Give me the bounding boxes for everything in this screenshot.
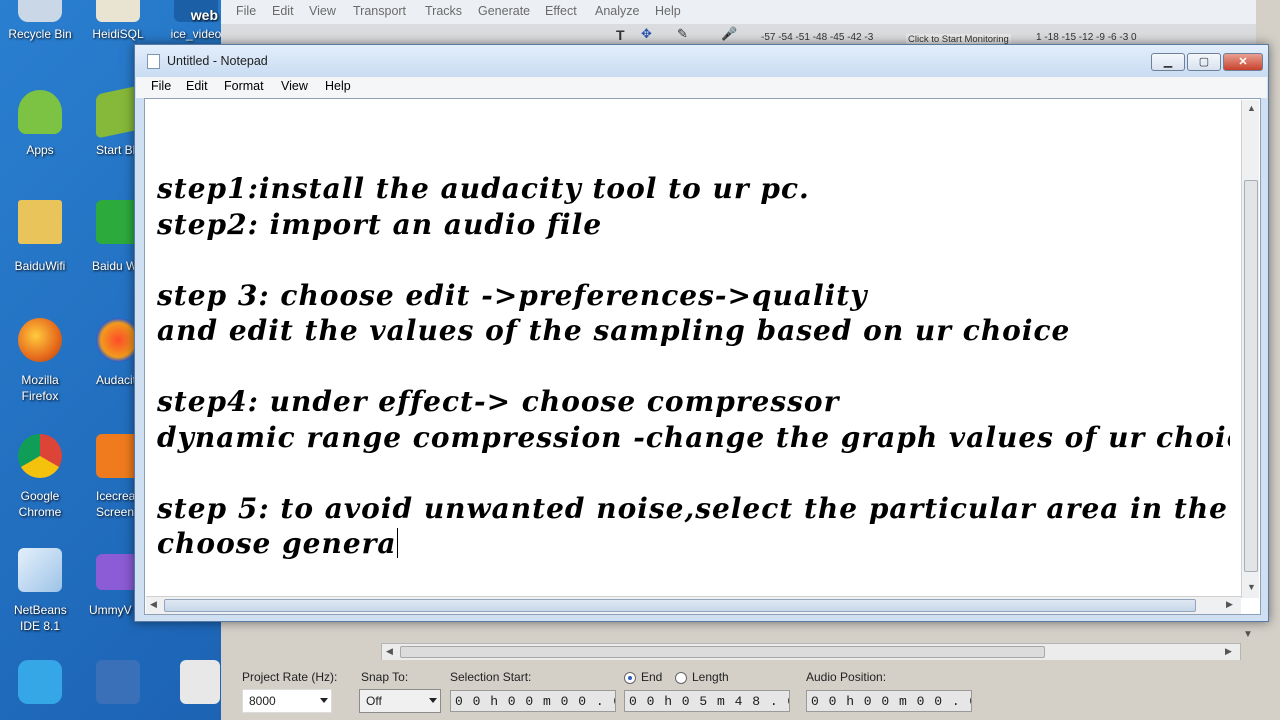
menu-help[interactable]: Help (325, 79, 351, 93)
notepad-titlebar[interactable]: Untitled - Notepad ▁ ▢ ✕ (135, 45, 1268, 77)
chevron-down-icon (320, 698, 328, 703)
project-rate-select[interactable]: 8000 (242, 689, 332, 713)
film-reel-icon (96, 660, 140, 704)
baiduwifi-label: BaiduWifi (14, 259, 66, 273)
audacity-menu-edit[interactable]: Edit (272, 4, 294, 18)
microphone-icon[interactable]: 🎤 (721, 26, 737, 42)
notepad-icon (147, 54, 160, 69)
minimize-button[interactable]: ▁ (1151, 53, 1185, 71)
scroll-left-arrow-icon[interactable]: ◀ (386, 646, 393, 657)
selection-end-field[interactable]: 0 0 h 0 5 m 4 8 . 0 2 9 s (624, 690, 790, 712)
misc-app-icon (180, 660, 220, 704)
audacity-menu-tracks[interactable]: Tracks (425, 4, 462, 18)
audio-position-label: Audio Position: (806, 670, 887, 684)
draw-tool-icon[interactable]: ✎ (677, 26, 688, 42)
android-apps-icon (18, 90, 62, 134)
editor-line: step 3: choose edit ->preferences->quali… (157, 278, 868, 312)
scroll-right-arrow-icon[interactable]: ▶ (1225, 646, 1232, 657)
notepad-menubar: File Edit Format View Help (136, 77, 1267, 98)
notepad-window: Untitled - Notepad ▁ ▢ ✕ File Edit Forma… (134, 44, 1269, 622)
chevron-down-icon (429, 698, 437, 703)
envelope-tool-icon[interactable]: ✥ (641, 26, 652, 42)
audacity-menu-effect[interactable]: Effect (545, 4, 577, 18)
notepad-editor[interactable]: step1:install the audacity tool to ur pc… (144, 98, 1261, 615)
meter-hint: Click to Start Monitoring (906, 34, 1011, 44)
text-caret (396, 528, 398, 558)
heidisql-icon (96, 0, 140, 22)
snap-to-value: Off (366, 694, 382, 708)
audacity-menu-transport[interactable]: Transport (353, 4, 406, 18)
snap-to-label: Snap To: (361, 670, 409, 684)
shareit-icon (18, 660, 62, 704)
editor-line: choose genera (157, 527, 397, 560)
folder-icon (18, 200, 62, 244)
end-label: End (641, 670, 663, 684)
menu-format[interactable]: Format (224, 79, 264, 93)
firefox-icon (18, 318, 62, 362)
google-chrome-label: Google Chrome (18, 489, 62, 519)
project-rate-label: Project Rate (Hz): (242, 670, 338, 684)
editor-line: step4: under effect-> choose compressor (157, 385, 840, 418)
scroll-up-arrow-icon[interactable]: ▲ (1247, 103, 1256, 113)
vertical-scrollbar[interactable]: ▲ ▼ (1241, 100, 1259, 598)
audacity-scroll-thumb[interactable] (400, 646, 1045, 658)
meter-scale-right: 1 -18 -15 -12 -9 -6 -3 0 (1036, 32, 1137, 43)
horizontal-scrollbar[interactable]: ◀ ▶ (146, 596, 1241, 614)
editor-line: dynamic range compression -change the gr… (157, 420, 1230, 454)
length-label: Length (692, 670, 729, 684)
audacity-dropdown-arrow-icon[interactable]: ▼ (1243, 629, 1253, 640)
menu-file[interactable]: File (151, 79, 171, 93)
audacity-menu-file[interactable]: File (236, 4, 256, 18)
snap-to-select[interactable]: Off (359, 689, 441, 713)
length-radio[interactable] (675, 672, 687, 684)
horizontal-scroll-thumb[interactable] (164, 599, 1196, 612)
editor-last-line: choose genera (157, 526, 1230, 562)
netbeans-ide-label: NetBeans IDE 8.1 (14, 603, 67, 633)
end-radio[interactable] (624, 672, 636, 684)
selection-end-value: 0 0 h 0 5 m 4 8 . 0 2 9 s (629, 694, 789, 709)
audacity-menu-view[interactable]: View (309, 4, 336, 18)
editor-line: and edit the values of the sampling base… (157, 314, 1071, 347)
heidisql-label: HeidiSQL (92, 27, 144, 41)
ice-video-icon: web (174, 0, 218, 23)
window-title: Untitled - Notepad (167, 54, 268, 68)
selection-toolbar: Project Rate (Hz): 8000 Snap To: Off Sel… (221, 660, 1280, 720)
editor-line: step2: import an audio file (157, 207, 603, 241)
recycle-bin-icon (18, 0, 62, 22)
selection-start-label: Selection Start: (450, 670, 532, 684)
menu-view[interactable]: View (281, 79, 308, 93)
scroll-right-arrow-icon[interactable]: ▶ (1226, 599, 1233, 610)
maximize-button[interactable]: ▢ (1187, 53, 1221, 71)
vertical-scroll-thumb[interactable] (1244, 180, 1258, 572)
audio-position-field[interactable]: 0 0 h 0 0 m 0 0 . 0 0 0 s (806, 690, 972, 712)
text-tool-icon[interactable]: T (616, 27, 625, 43)
chrome-icon (18, 434, 62, 478)
meter-scale-left: -57 -54 -51 -48 -45 -42 -3 (761, 32, 874, 43)
editor-line: step 5: to avoid unwanted noise,select t… (157, 491, 1230, 525)
audacity-menu-help[interactable]: Help (655, 4, 681, 18)
mozilla-firefox-label: Mozilla Firefox (21, 373, 59, 403)
menu-edit[interactable]: Edit (186, 79, 208, 93)
scroll-down-arrow-icon[interactable]: ▼ (1247, 582, 1256, 592)
audacity-menu-analyze[interactable]: Analyze (595, 4, 639, 18)
apps-label: Apps (26, 143, 54, 157)
recording-meter[interactable]: -57 -54 -51 -48 -45 -42 -3 Click to Star… (746, 24, 1256, 44)
audacity-menu-generate[interactable]: Generate (478, 4, 530, 18)
recycle-bin-label: Recycle Bin (8, 27, 72, 41)
editor-line: step1:install the audacity tool to ur pc… (157, 172, 810, 205)
editor-text[interactable]: step1:install the audacity tool to ur pc… (157, 171, 1230, 576)
audio-position-value: 0 0 h 0 0 m 0 0 . 0 0 0 s (811, 694, 971, 709)
selection-start-field[interactable]: 0 0 h 0 0 m 0 0 . 0 0 0 s (450, 690, 616, 712)
scroll-left-arrow-icon[interactable]: ◀ (150, 599, 157, 610)
audacity-menubar: File Edit View Transport Tracks Generate… (221, 0, 1256, 24)
project-rate-value: 8000 (249, 694, 276, 708)
close-button[interactable]: ✕ (1223, 53, 1263, 71)
netbeans-cube-icon (18, 548, 62, 592)
selection-start-value: 0 0 h 0 0 m 0 0 . 0 0 0 s (455, 694, 615, 709)
audacity-horizontal-scrollbar[interactable]: ◀ ▶ (381, 643, 1241, 661)
